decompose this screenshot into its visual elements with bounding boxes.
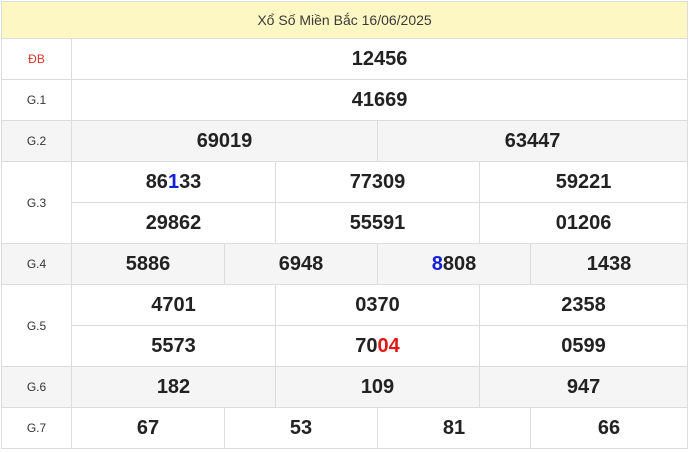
number-g7-3: 66 bbox=[529, 407, 689, 449]
prize-label-g5: G.5 bbox=[1, 284, 72, 367]
number-g5-5: 0599 bbox=[478, 325, 689, 367]
number-g4-1: 6948 bbox=[224, 243, 378, 285]
number-g5-4: 7004 bbox=[275, 325, 480, 367]
number-g4-2-highlight: 8 bbox=[431, 252, 443, 275]
number-g5-1: 0370 bbox=[275, 284, 480, 326]
number-g3-0-post: 33 bbox=[179, 170, 202, 193]
prize-row-g2: G.2 69019 63447 bbox=[1, 120, 689, 162]
prize-row-g3-a: G.3 86133 77309 59221 bbox=[1, 161, 689, 244]
number-g5-4-pre: 70 bbox=[355, 334, 378, 357]
prize-row-g1: G.1 41669 bbox=[1, 79, 689, 121]
prize-label-g6: G.6 bbox=[1, 366, 72, 408]
number-g3-4: 55591 bbox=[275, 202, 480, 244]
lottery-results-table: Xổ Số Miền Bắc 16/06/2025 ĐB 12456 G.1 4… bbox=[0, 1, 689, 449]
prize-label-g2: G.2 bbox=[1, 120, 72, 162]
title-row: Xổ Số Miền Bắc 16/06/2025 bbox=[0, 1, 689, 39]
prize-label-g4: G.4 bbox=[1, 243, 72, 285]
prize-label-g1: G.1 bbox=[1, 79, 72, 121]
prize-row-g7: G.7 67 53 81 66 bbox=[1, 407, 689, 449]
number-g6-2: 947 bbox=[478, 366, 689, 408]
number-g5-4-highlight: 04 bbox=[377, 334, 400, 357]
number-g4-3: 1438 bbox=[529, 243, 689, 285]
number-g2-1: 63447 bbox=[376, 120, 689, 162]
prize-row-g3-b: 29862 55591 01206 bbox=[2, 202, 689, 244]
prize-row-g6: G.6 182 109 947 bbox=[1, 366, 689, 408]
prize-label-g7: G.7 bbox=[1, 407, 72, 449]
number-g3-5: 01206 bbox=[478, 202, 689, 244]
results-title: Xổ Số Miền Bắc 16/06/2025 bbox=[0, 1, 689, 39]
prize-label-g3: G.3 bbox=[1, 161, 72, 244]
number-g4-2: 8808 bbox=[377, 243, 531, 285]
number-g3-0-highlight: 1 bbox=[167, 170, 180, 193]
number-g6-0: 182 bbox=[71, 366, 276, 408]
number-g6-1: 109 bbox=[275, 366, 480, 408]
number-g2-0: 69019 bbox=[71, 120, 378, 162]
number-g4-2-post: 808 bbox=[442, 252, 477, 275]
number-g1-0: 41669 bbox=[70, 79, 689, 121]
number-g3-3: 29862 bbox=[71, 202, 276, 244]
prize-row-g4: G.4 5886 6948 8808 1438 bbox=[1, 243, 689, 285]
number-g3-1: 77309 bbox=[275, 161, 480, 203]
number-g4-0: 5886 bbox=[71, 243, 225, 285]
number-g3-2: 59221 bbox=[478, 161, 689, 203]
number-g5-3: 5573 bbox=[71, 325, 276, 367]
prize-label-db: ĐB bbox=[1, 38, 72, 80]
number-db-0: 12456 bbox=[70, 38, 689, 80]
number-g7-0: 67 bbox=[71, 407, 225, 449]
number-g7-2: 81 bbox=[377, 407, 531, 449]
prize-row-db: ĐB 12456 bbox=[1, 38, 689, 80]
prize-row-g5-a: G.5 4701 0370 2358 bbox=[1, 284, 689, 367]
number-g5-2: 2358 bbox=[478, 284, 689, 326]
number-g3-0-pre: 86 bbox=[145, 170, 168, 193]
number-g3-0: 86133 bbox=[71, 161, 276, 203]
number-g5-0: 4701 bbox=[71, 284, 276, 326]
number-g7-1: 53 bbox=[224, 407, 378, 449]
prize-row-g5-b: 5573 7004 0599 bbox=[2, 325, 689, 367]
